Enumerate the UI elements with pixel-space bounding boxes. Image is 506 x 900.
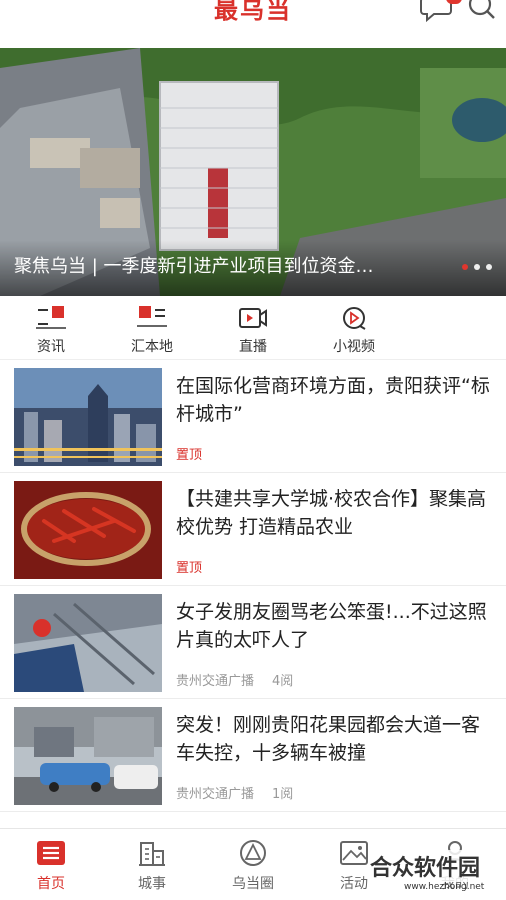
app-title: 最乌当 [214,0,292,24]
circle-icon [240,840,266,866]
carousel-dot[interactable] [462,264,468,270]
news-item[interactable]: 在国际化营商环境方面，贵阳获评“标杆城市” 置顶 [0,360,506,473]
news-headline: 女子发朋友圈骂老公笨蛋!...不过这照片真的太吓人了 [176,601,487,651]
watermark-url: www.hezhong.net [404,882,485,892]
nav-label: 首页 [37,876,65,892]
chat-icon [420,0,452,23]
news-thumbnail [14,594,162,692]
news-item[interactable]: 女子发朋友圈骂老公笨蛋!...不过这照片真的太吓人了 贵州交通广播 4阅 [0,586,506,699]
news-item[interactable]: 突发！刚刚贵阳花果园都会大道一客车失控，十多辆车被撞 贵州交通广播 1阅 [0,699,506,812]
category-label: 直播 [239,339,267,355]
home-icon [37,841,65,865]
category-tabs: 资讯 汇本地 直播 小视频 [0,296,506,360]
banner-title[interactable]: 聚焦乌当 | 一季度新引进产业项目到位资金… [14,252,434,278]
activity-icon [340,841,368,865]
news-icon [36,306,66,329]
news-headline: 在国际化营商环境方面，贵阳获评“标杆城市” [176,375,490,425]
carousel-dot[interactable] [474,264,480,270]
news-thumbnail [14,368,162,466]
nav-circle[interactable]: 乌当圈 [213,829,293,900]
category-short-video[interactable]: 小视频 [319,296,389,360]
top-icons [420,0,498,24]
news-source: 贵州交通广播 [176,674,255,689]
nav-label: 乌当圈 [232,876,274,892]
news-item[interactable]: 【共建共享大学城·校农合作】聚集高校优势 打造精品农业 置顶 [0,473,506,586]
view-count: 4阅 [272,674,294,689]
notification-badge [446,0,462,4]
category-label: 汇本地 [131,339,173,355]
news-source: 贵州交通广播 [176,787,255,802]
news-meta: 置顶 [176,444,202,463]
news-thumbnail [14,707,162,805]
carousel-dot[interactable] [486,264,492,270]
category-news[interactable]: 资讯 [16,296,86,360]
carousel-dots [462,264,492,270]
message-button[interactable] [420,0,462,24]
top-bar: 最乌当 [0,0,506,48]
news-meta: 贵州交通广播 1阅 [176,783,293,802]
news-thumbnail [14,481,162,579]
news-meta: 贵州交通广播 4阅 [176,670,293,689]
pinned-tag: 置顶 [176,448,203,463]
category-live[interactable]: 直播 [218,296,288,360]
watermark-text: 合众软件园 [368,850,483,882]
news-headline: 【共建共享大学城·校农合作】聚集高校优势 打造精品农业 [176,488,487,538]
view-count: 1阅 [272,787,294,802]
news-headline: 突发！刚刚贵阳花果园都会大道一客车失控，十多辆车被撞 [176,714,481,764]
category-label: 小视频 [333,339,375,355]
category-label: 资讯 [37,339,65,355]
watermark: 合众软件园 www.hezhong.net [368,850,502,896]
short-video-icon [343,307,366,330]
nav-city[interactable]: 城事 [112,829,192,900]
banner-carousel[interactable]: 聚焦乌当 | 一季度新引进产业项目到位资金… [0,48,506,296]
nav-home[interactable]: 首页 [11,829,91,900]
news-meta: 置顶 [176,557,202,576]
pinned-tag: 置顶 [176,561,203,576]
city-icon [139,842,165,866]
local-icon [137,306,167,327]
live-icon [239,308,267,328]
category-local[interactable]: 汇本地 [117,296,187,360]
nav-label: 城事 [138,876,166,892]
search-icon[interactable] [466,0,498,24]
